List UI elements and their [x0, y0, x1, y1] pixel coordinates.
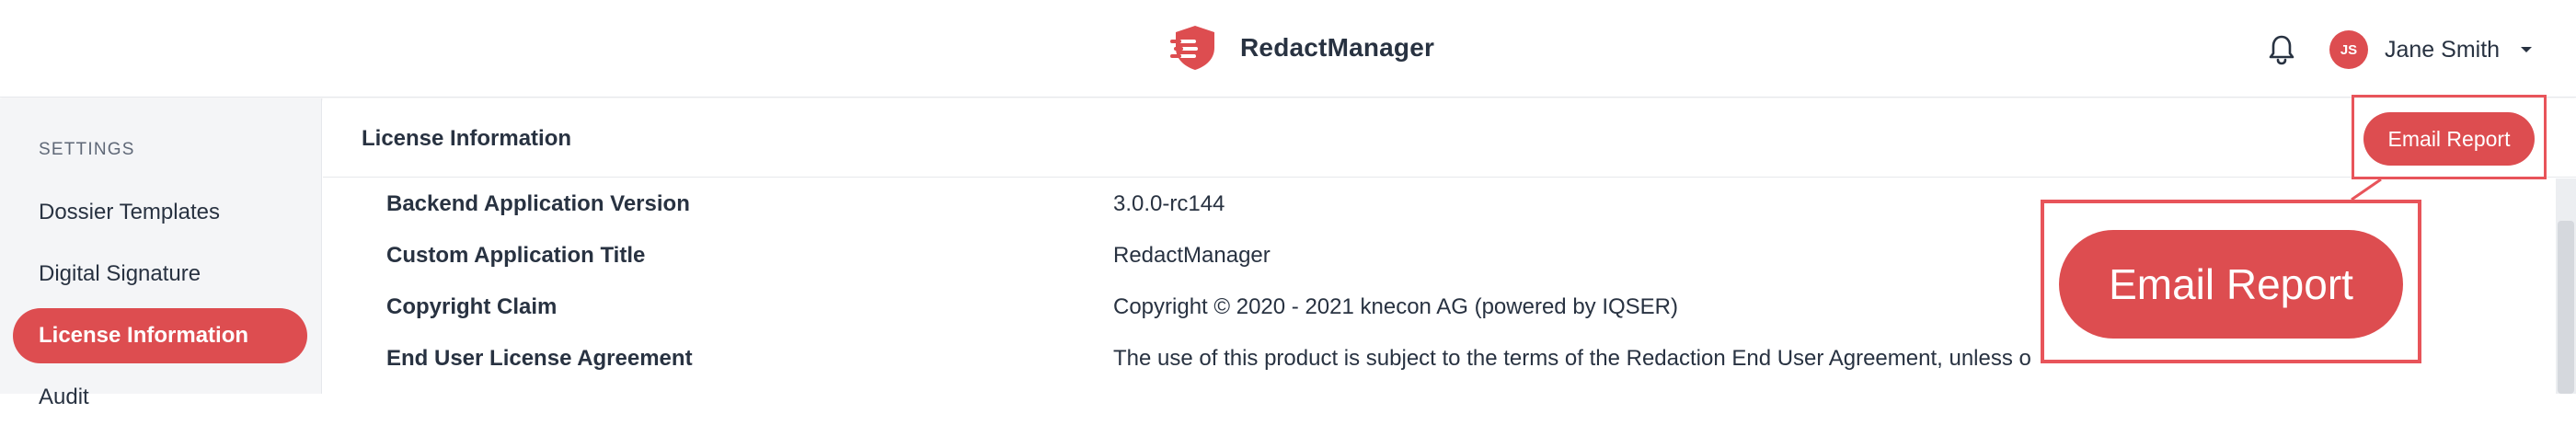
sidebar-item-label: Dossier Templates — [39, 200, 220, 224]
app-name: RedactManager — [1240, 33, 1435, 62]
page-title: License Information — [362, 126, 572, 151]
sidebar-item-label: License Information — [39, 323, 249, 348]
settings-sidebar: SETTINGS Dossier Templates Digital Signa… — [0, 98, 322, 409]
row-value: 3.0.0-rc144 — [1113, 191, 1225, 216]
row-label: End User License Agreement — [386, 346, 693, 371]
brand[interactable]: RedactManager — [1170, 22, 1434, 74]
sidebar-item-dossier-templates[interactable]: Dossier Templates — [13, 185, 307, 240]
main-header: License Information — [323, 98, 2576, 178]
caret-down-icon — [2521, 47, 2533, 52]
sidebar-item-digital-signature[interactable]: Digital Signature — [13, 247, 307, 302]
sidebar-item-label: Audit — [39, 385, 89, 409]
row-value: The use of this product is subject to th… — [1113, 346, 2031, 371]
sidebar-heading: SETTINGS — [39, 140, 135, 159]
user-menu[interactable]: JS Jane Smith — [2329, 29, 2533, 70]
sidebar-item-label: Digital Signature — [39, 261, 201, 286]
highlight-box — [2352, 95, 2547, 179]
row-value: RedactManager — [1113, 243, 1271, 268]
top-bar: RedactManager JS Jane Smith — [0, 0, 2576, 98]
sidebar-item-license-information[interactable]: License Information — [13, 308, 307, 363]
row-label: Copyright Claim — [386, 294, 558, 319]
row-label: Custom Application Title — [386, 243, 646, 268]
row-value: Copyright © 2020 - 2021 knecon AG (power… — [1113, 294, 1679, 319]
sidebar-item-audit[interactable]: Audit — [13, 370, 307, 425]
avatar: JS — [2329, 30, 2368, 69]
scrollbar-thumb[interactable] — [2558, 221, 2574, 394]
shield-logo-icon — [1170, 26, 1214, 70]
zoomed-email-report-button: Email Report — [2059, 230, 2403, 339]
user-name: Jane Smith — [2385, 36, 2501, 63]
row-label: Backend Application Version — [386, 191, 690, 216]
bell-icon[interactable] — [2267, 33, 2296, 66]
